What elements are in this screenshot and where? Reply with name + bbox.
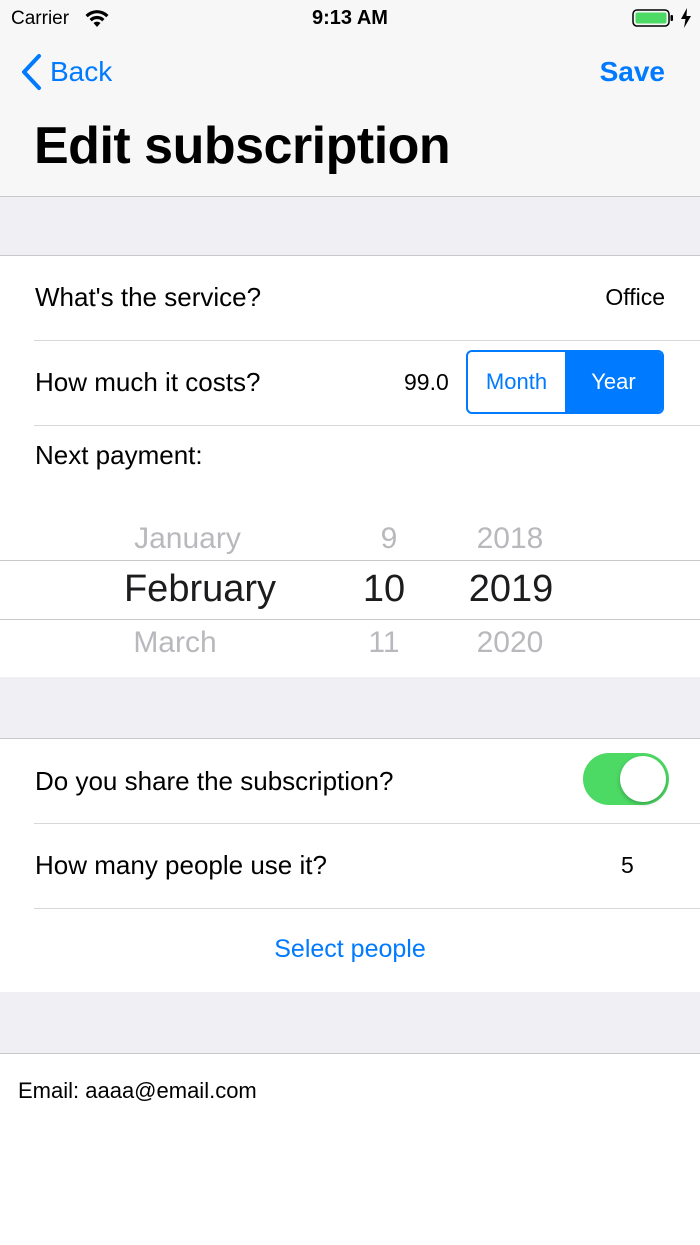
back-label: Back (50, 56, 113, 87)
subscription-details-section: What's the service? Office How much it c… (0, 255, 700, 678)
picker-day-next[interactable]: 11 (345, 626, 423, 660)
section-gap (0, 677, 700, 738)
picker-selection-top-line (0, 560, 700, 561)
picker-year-prev[interactable]: 2018 (460, 522, 560, 556)
picker-day-prev[interactable]: 9 (350, 522, 428, 556)
cost-label: How much it costs? (35, 367, 261, 397)
row-divider (34, 908, 700, 909)
billing-period-segmented-control[interactable]: Month Year (466, 350, 664, 414)
footer: Email: aaaa@email.com (0, 1053, 700, 1245)
status-bar: Carrier 9:13 AM (0, 0, 700, 40)
segment-month[interactable]: Month (468, 352, 565, 412)
cost-value[interactable]: 99.0 (404, 369, 449, 396)
chevron-left-icon (22, 54, 41, 90)
charging-bolt-icon (681, 8, 691, 28)
next-payment-label: Next payment: (35, 440, 203, 470)
share-row: Do you share the subscription? (0, 739, 700, 823)
picker-month-next[interactable]: March (100, 626, 250, 660)
people-count-value[interactable]: 5 (621, 852, 634, 879)
save-button[interactable]: Save (600, 56, 665, 88)
battery-icon (632, 9, 673, 27)
picker-month-prev[interactable]: January (110, 522, 265, 556)
service-label: What's the service? (35, 282, 262, 312)
share-label: Do you share the subscription? (35, 766, 394, 796)
back-button[interactable]: Back (20, 52, 112, 92)
service-value[interactable]: Office (605, 284, 665, 311)
picker-selection-bottom-line (0, 619, 700, 620)
navigation-bar: Back Save Edit subscription (0, 40, 700, 197)
date-picker[interactable]: January February March 9 10 11 2018 2019… (0, 502, 700, 676)
people-count-row: How many people use it? 5 (0, 824, 700, 908)
toggle-knob (620, 756, 666, 802)
status-time: 9:13 AM (312, 7, 388, 29)
picker-year-selected[interactable]: 2019 (455, 568, 567, 611)
row-divider (34, 425, 700, 426)
picker-month-selected[interactable]: February (100, 568, 300, 611)
segment-year[interactable]: Year (565, 352, 662, 412)
service-row[interactable]: What's the service? Office (0, 256, 700, 340)
picker-year-next[interactable]: 2020 (460, 626, 560, 660)
section-gap (0, 197, 700, 255)
page-title: Edit subscription (34, 117, 451, 175)
select-people-button[interactable]: Select people (0, 935, 700, 964)
picker-day-selected[interactable]: 10 (345, 568, 423, 611)
people-count-label: How many people use it? (35, 850, 327, 880)
section-gap (0, 992, 700, 1053)
share-toggle[interactable] (583, 753, 669, 805)
email-label: Email: aaaa@email.com (18, 1078, 257, 1103)
sharing-section: Do you share the subscription? How many … (0, 738, 700, 993)
